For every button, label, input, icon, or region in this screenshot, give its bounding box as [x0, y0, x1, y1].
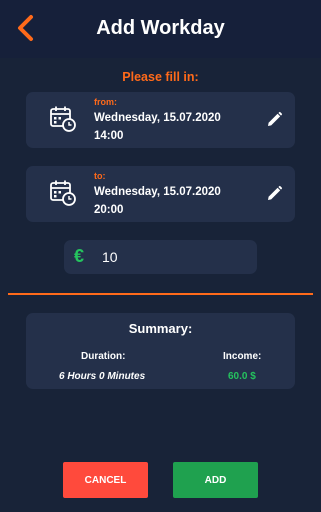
from-datetime-card[interactable]: from: Wednesday, 15.07.2020 14:00	[26, 92, 295, 148]
calendar-clock-icon	[50, 180, 76, 206]
from-date: Wednesday, 15.07.2020	[94, 112, 221, 124]
app-header: Add Workday	[0, 0, 321, 58]
duration-value: 6 Hours 0 Minutes	[59, 371, 146, 382]
pencil-icon[interactable]	[266, 185, 283, 202]
summary-title: Summary:	[128, 321, 193, 336]
duration-label: Duration:	[81, 351, 126, 362]
to-time: 20:00	[94, 204, 124, 216]
page-title: Add Workday	[96, 17, 225, 39]
form-prompt: Please fill in:	[122, 70, 199, 84]
amount-field[interactable]: €	[64, 240, 257, 274]
income-label: Income:	[223, 351, 262, 362]
add-button[interactable]: ADD	[173, 462, 258, 498]
pencil-icon[interactable]	[266, 111, 283, 128]
income-value: 60.0 $	[228, 371, 256, 382]
to-datetime-card[interactable]: to: Wednesday, 15.07.2020 20:00	[26, 166, 295, 222]
summary-card: Summary: Duration: Income: 6 Hours 0 Min…	[26, 313, 295, 389]
from-time: 14:00	[94, 130, 124, 142]
from-label: from:	[94, 97, 117, 107]
euro-icon: €	[74, 246, 85, 266]
to-label: to:	[94, 171, 106, 181]
to-date: Wednesday, 15.07.2020	[94, 186, 221, 198]
calendar-clock-icon	[50, 106, 76, 132]
amount-input[interactable]	[102, 247, 242, 267]
divider	[8, 293, 313, 295]
cancel-button[interactable]: CANCEL	[63, 462, 148, 498]
